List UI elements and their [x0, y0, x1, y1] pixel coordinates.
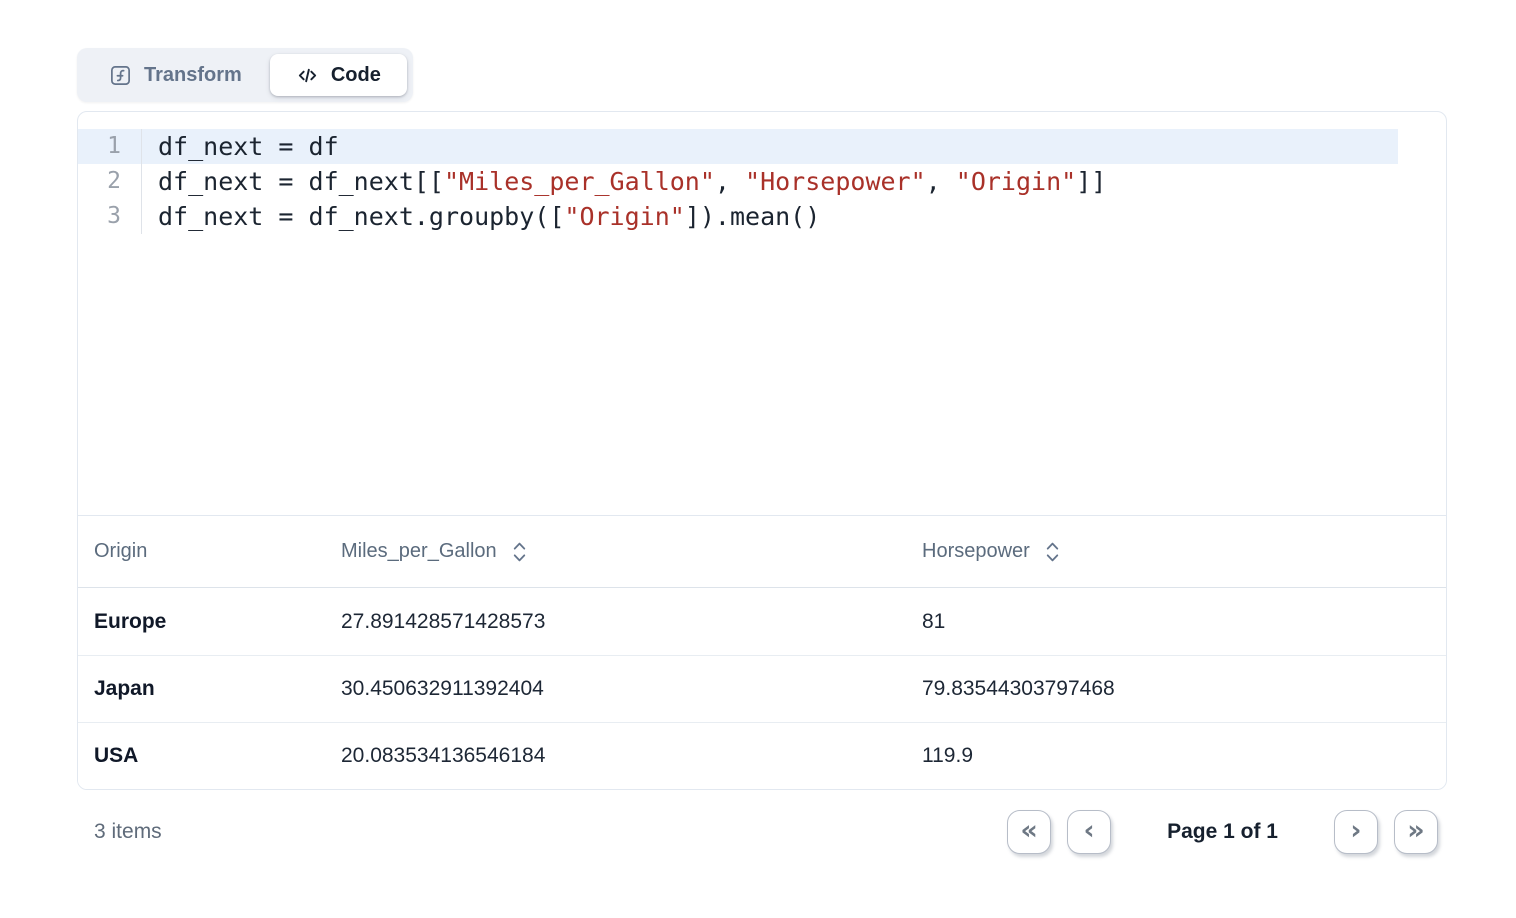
code-line-text: df_next = df [142, 129, 339, 164]
cell-horsepower: 79.83544303797468 [906, 677, 1446, 701]
cell-horsepower: 119.9 [906, 744, 1446, 768]
string-token: "Horsepower" [745, 167, 926, 196]
code-line-text: df_next = df_next.groupby(["Origin"]).me… [142, 199, 820, 234]
string-token: "Origin" [564, 202, 684, 231]
code-line-text: df_next = df_next[["Miles_per_Gallon", "… [142, 164, 1106, 199]
code-token: ]] [1076, 167, 1106, 196]
column-header-origin: Origin [78, 540, 325, 563]
function-square-icon [109, 64, 132, 87]
chevron-right-icon: › [1350, 817, 1361, 844]
column-header-horsepower[interactable]: Horsepower [906, 540, 1446, 564]
code-line[interactable]: 1 df_next = df [78, 129, 1398, 164]
code-token: , [715, 167, 745, 196]
tab-transform-label: Transform [144, 64, 242, 87]
chevrons-right-icon: » [1407, 817, 1424, 844]
line-number: 1 [78, 129, 142, 164]
tab-transform[interactable]: Transform [83, 54, 268, 96]
code-editor[interactable]: 1df_next = df2df_next = df_next[["Miles_… [78, 112, 1446, 515]
column-header-label: Origin [94, 540, 147, 563]
items-count: 3 items [94, 820, 162, 844]
table-row: USA20.083534136546184119.9 [78, 722, 1446, 789]
cell-miles-per-gallon: 20.083534136546184 [325, 744, 906, 768]
previous-page-button[interactable]: ‹ [1067, 810, 1111, 854]
cell-origin: Japan [78, 677, 325, 701]
line-number: 2 [78, 164, 142, 199]
string-token: "Miles_per_Gallon" [444, 167, 715, 196]
code-line[interactable]: 3df_next = df_next.groupby(["Origin"]).m… [78, 199, 1398, 234]
code-token: ]).mean() [685, 202, 820, 231]
code-and-preview-panel: 1df_next = df2df_next = df_next[["Miles_… [77, 111, 1447, 790]
code-icon [296, 64, 319, 87]
result-table: Origin Miles_per_Gallon Horsepower [78, 515, 1446, 789]
chevrons-left-icon: « [1020, 817, 1037, 844]
table-row: Japan30.45063291139240479.83544303797468 [78, 655, 1446, 722]
cell-miles-per-gallon: 30.450632911392404 [325, 677, 906, 701]
table-footer: 3 items « ‹ Page 1 of 1 › » [77, 804, 1447, 860]
chevron-left-icon: ‹ [1084, 817, 1095, 844]
table-row: Europe27.89142857142857381 [78, 588, 1446, 655]
string-token: "Origin" [956, 167, 1076, 196]
code-line[interactable]: 2df_next = df_next[["Miles_per_Gallon", … [78, 164, 1398, 199]
sort-icon[interactable] [512, 540, 527, 564]
tab-code[interactable]: Code [270, 54, 407, 96]
sort-icon[interactable] [1045, 540, 1060, 564]
column-header-label: Miles_per_Gallon [341, 540, 497, 563]
view-tabs: Transform Code [77, 48, 413, 102]
column-header-miles-per-gallon[interactable]: Miles_per_Gallon [325, 540, 906, 564]
code-token: df_next = df [158, 132, 339, 161]
code-token: df_next = df_next[[ [158, 167, 444, 196]
cell-miles-per-gallon: 27.891428571428573 [325, 610, 906, 634]
data-wrangler-panel: Transform Code 1df_next = df2df_next = d… [0, 0, 1516, 860]
line-number: 3 [78, 199, 142, 234]
cell-origin: Europe [78, 610, 325, 634]
table-body: Europe27.89142857142857381Japan30.450632… [78, 588, 1446, 789]
pagination: « ‹ Page 1 of 1 › » [1007, 810, 1438, 854]
last-page-button[interactable]: » [1394, 810, 1438, 854]
tab-code-label: Code [331, 64, 381, 87]
code-token: , [926, 167, 956, 196]
table-header-row: Origin Miles_per_Gallon Horsepower [78, 516, 1446, 588]
code-token: df_next = df_next.groupby([ [158, 202, 564, 231]
column-header-label: Horsepower [922, 540, 1030, 563]
cell-horsepower: 81 [906, 610, 1446, 634]
page-indicator: Page 1 of 1 [1127, 820, 1318, 844]
next-page-button[interactable]: › [1334, 810, 1378, 854]
cell-origin: USA [78, 744, 325, 768]
first-page-button[interactable]: « [1007, 810, 1051, 854]
